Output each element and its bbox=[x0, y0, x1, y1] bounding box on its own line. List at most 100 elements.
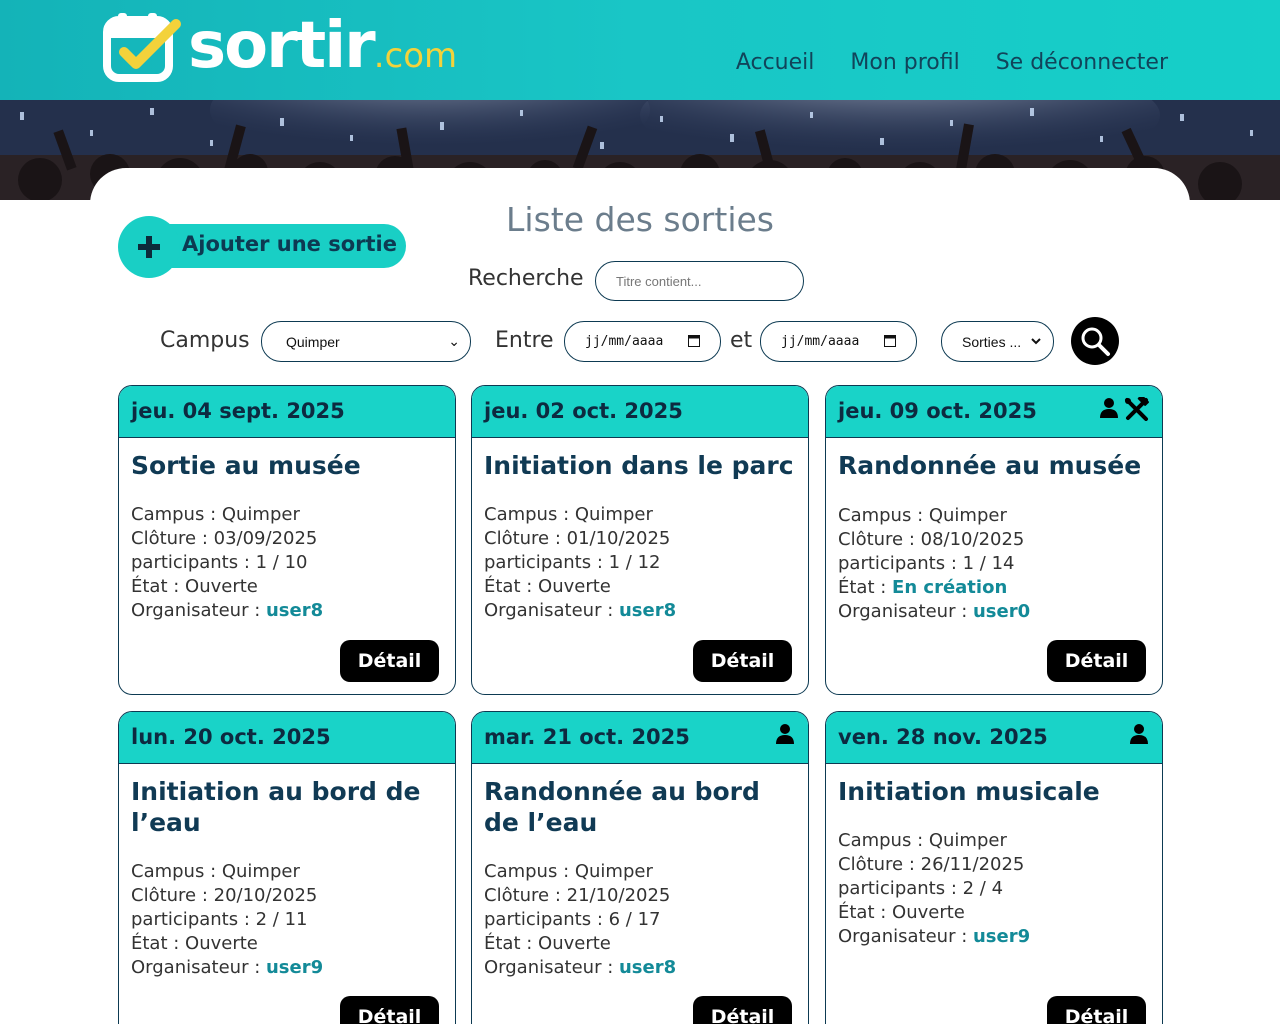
card-date: jeu. 09 oct. 2025 bbox=[838, 399, 1037, 423]
cloture-value: 03/09/2025 bbox=[213, 528, 318, 549]
campus-label: Campus : bbox=[838, 505, 929, 526]
campus-value: Quimper bbox=[574, 861, 653, 882]
card-etat: État : Ouverte bbox=[838, 901, 1030, 925]
campus-label: Campus : bbox=[484, 504, 575, 525]
organisateur-label: Organisateur : bbox=[484, 600, 619, 621]
user-icon bbox=[776, 724, 794, 744]
etat-label: État : bbox=[838, 577, 893, 598]
organisateur-link[interactable]: user0 bbox=[973, 601, 1030, 622]
cloture-label: Clôture : bbox=[484, 885, 567, 906]
card-participants: participants : 2 / 4 bbox=[838, 877, 1030, 901]
nav-accueil[interactable]: Accueil bbox=[736, 50, 815, 75]
organisateur-label: Organisateur : bbox=[484, 957, 619, 978]
card-participants: participants : 1 / 14 bbox=[838, 552, 1030, 576]
detail-button[interactable]: Détail bbox=[693, 996, 792, 1024]
sortie-card: jeu. 02 oct. 2025 Initiation dans le par… bbox=[471, 385, 809, 695]
cloture-label: Clôture : bbox=[131, 885, 214, 906]
organisateur-link[interactable]: user8 bbox=[619, 957, 676, 978]
campus-label: Campus : bbox=[131, 504, 222, 525]
etat-value: Ouverte bbox=[892, 902, 965, 923]
nav-mon-profil[interactable]: Mon profil bbox=[850, 50, 959, 75]
participants-label: participants : bbox=[131, 552, 256, 573]
tools-icon[interactable] bbox=[1124, 397, 1150, 421]
date-end-placeholder: jj/mm/aaaa bbox=[781, 334, 860, 349]
card-etat: État : Ouverte bbox=[484, 932, 676, 956]
card-organisateur: Organisateur : user8 bbox=[131, 599, 323, 623]
card-date: jeu. 04 sept. 2025 bbox=[131, 399, 345, 423]
card-info: Campus : Quimper Clôture : 01/10/2025 pa… bbox=[484, 503, 676, 623]
card-organisateur: Organisateur : user8 bbox=[484, 956, 676, 980]
chevron-down-icon bbox=[1031, 338, 1041, 345]
user-icon bbox=[1130, 724, 1148, 744]
sorties-select-value: Sorties ... bbox=[962, 333, 1022, 350]
header: sortir.com Accueil Mon profil Se déconne… bbox=[0, 0, 1280, 100]
campus-value: Quimper bbox=[221, 861, 300, 882]
campus-value: Quimper bbox=[928, 830, 1007, 851]
organisateur-link[interactable]: user9 bbox=[973, 926, 1030, 947]
main-nav: Accueil Mon profil Se déconnecter bbox=[736, 50, 1168, 75]
cloture-value: 21/10/2025 bbox=[566, 885, 671, 906]
organisateur-link[interactable]: user8 bbox=[619, 600, 676, 621]
card-icons bbox=[1130, 723, 1148, 745]
participants-label: participants : bbox=[838, 553, 963, 574]
card-participants: participants : 1 / 10 bbox=[131, 551, 323, 575]
organisateur-link[interactable]: user8 bbox=[266, 600, 323, 621]
card-info: Campus : Quimper Clôture : 21/10/2025 pa… bbox=[484, 860, 676, 980]
participants-value: 1 / 14 bbox=[962, 553, 1015, 574]
card-cloture: Clôture : 01/10/2025 bbox=[484, 527, 676, 551]
participants-value: 2 / 4 bbox=[962, 878, 1004, 899]
sortie-card: mar. 21 oct. 2025 Randonnée au bord de l… bbox=[471, 711, 809, 1024]
search-input[interactable] bbox=[595, 261, 804, 301]
card-header: lun. 20 oct. 2025 bbox=[119, 712, 455, 764]
search-button[interactable] bbox=[1071, 317, 1119, 365]
nav-se-deconnecter[interactable]: Se déconnecter bbox=[996, 50, 1168, 75]
detail-button[interactable]: Détail bbox=[1047, 996, 1146, 1024]
card-date: mar. 21 oct. 2025 bbox=[484, 725, 690, 749]
card-organisateur: Organisateur : user9 bbox=[838, 925, 1030, 949]
card-info: Campus : Quimper Clôture : 08/10/2025 pa… bbox=[838, 504, 1030, 624]
date-start-input[interactable]: jj/mm/aaaa bbox=[564, 321, 721, 362]
detail-button[interactable]: Détail bbox=[340, 996, 439, 1024]
card-date: ven. 28 nov. 2025 bbox=[838, 725, 1048, 749]
etat-label: État : bbox=[484, 933, 539, 954]
card-cloture: Clôture : 20/10/2025 bbox=[131, 884, 323, 908]
cloture-label: Clôture : bbox=[131, 528, 214, 549]
detail-button[interactable]: Détail bbox=[340, 640, 439, 682]
card-info: Campus : Quimper Clôture : 20/10/2025 pa… bbox=[131, 860, 323, 980]
card-title: Initiation au bord de l’eau bbox=[131, 777, 421, 837]
cloture-label: Clôture : bbox=[838, 529, 921, 550]
cloture-value: 01/10/2025 bbox=[566, 528, 671, 549]
organisateur-label: Organisateur : bbox=[131, 957, 266, 978]
participants-label: participants : bbox=[484, 552, 609, 573]
logo[interactable]: sortir.com bbox=[102, 8, 462, 84]
organisateur-link[interactable]: user9 bbox=[266, 957, 323, 978]
etat-label: État : bbox=[838, 902, 893, 923]
logo-text: sortir.com bbox=[188, 9, 458, 83]
card-header: ven. 28 nov. 2025 bbox=[826, 712, 1162, 764]
card-cloture: Clôture : 21/10/2025 bbox=[484, 884, 676, 908]
calendar-check-icon bbox=[103, 13, 181, 82]
detail-button[interactable]: Détail bbox=[693, 640, 792, 682]
card-participants: participants : 2 / 11 bbox=[131, 908, 323, 932]
cloture-value: 26/11/2025 bbox=[920, 854, 1025, 875]
sorties-select[interactable]: Sorties ... bbox=[941, 321, 1054, 362]
card-cloture: Clôture : 26/11/2025 bbox=[838, 853, 1030, 877]
card-title: Randonnée au bord de l’eau bbox=[484, 777, 760, 837]
card-participants: participants : 1 / 12 bbox=[484, 551, 676, 575]
etat-label: État : bbox=[484, 576, 539, 597]
card-header: jeu. 09 oct. 2025 bbox=[826, 386, 1162, 438]
organisateur-label: Organisateur : bbox=[838, 601, 973, 622]
card-title: Initiation musicale bbox=[838, 777, 1100, 806]
card-icons bbox=[776, 723, 794, 745]
campus-label: Campus : bbox=[131, 861, 222, 882]
participants-value: 6 / 17 bbox=[608, 909, 661, 930]
campus-select[interactable]: Quimper ⌄ bbox=[261, 321, 471, 362]
detail-button[interactable]: Détail bbox=[1047, 640, 1146, 682]
card-cloture: Clôture : 08/10/2025 bbox=[838, 528, 1030, 552]
date-end-input[interactable]: jj/mm/aaaa bbox=[760, 321, 917, 362]
card-campus: Campus : Quimper bbox=[484, 503, 676, 527]
etat-value: Ouverte bbox=[185, 576, 258, 597]
participants-value: 1 / 12 bbox=[608, 552, 661, 573]
date-start-placeholder: jj/mm/aaaa bbox=[585, 334, 664, 349]
card-header: mar. 21 oct. 2025 bbox=[472, 712, 808, 764]
